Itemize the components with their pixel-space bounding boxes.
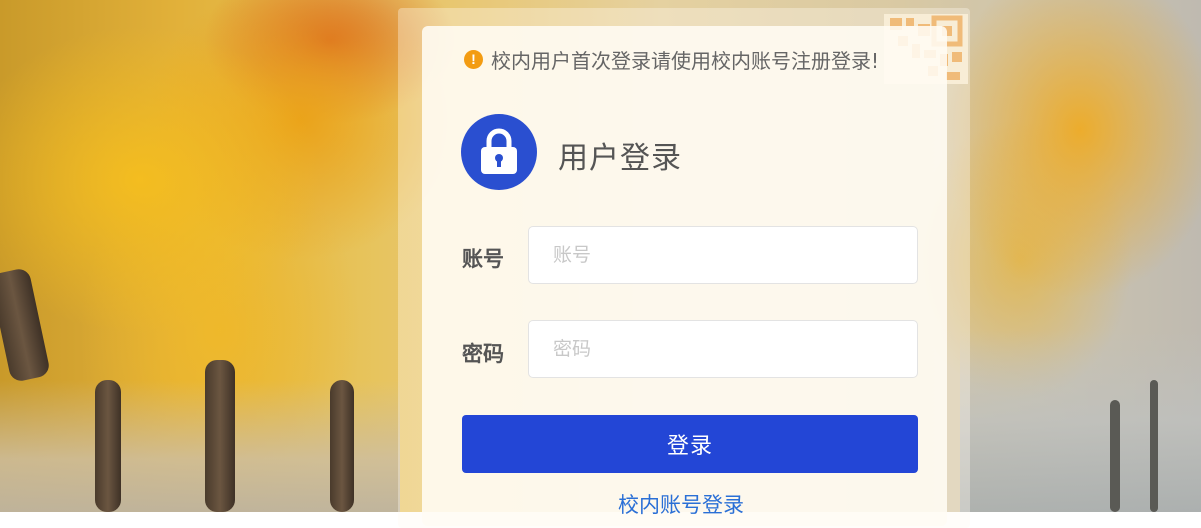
background-tree-trunk bbox=[95, 380, 121, 512]
campus-account-login-link[interactable]: 校内账号登录 bbox=[618, 489, 744, 519]
password-label: 密码 bbox=[462, 342, 504, 366]
notice-text: 校内用户首次登录请使用校内账号注册登录! bbox=[491, 48, 880, 73]
background-pole bbox=[1150, 380, 1158, 512]
password-input[interactable] bbox=[528, 320, 918, 378]
background-pole bbox=[1110, 400, 1120, 512]
login-button[interactable]: 登录 bbox=[462, 415, 918, 473]
background-tree-trunk bbox=[0, 267, 51, 383]
account-label: 账号 bbox=[462, 247, 504, 271]
lock-icon bbox=[461, 114, 537, 190]
warning-icon: ! bbox=[464, 49, 483, 69]
login-title: 用户登录 bbox=[558, 141, 682, 176]
background-tree-trunk bbox=[330, 380, 354, 512]
account-input[interactable] bbox=[528, 226, 918, 284]
background-street bbox=[960, 330, 1201, 512]
first-login-notice: ! 校内用户首次登录请使用校内账号注册登录! bbox=[464, 45, 879, 73]
background-tree-trunk bbox=[205, 360, 235, 512]
